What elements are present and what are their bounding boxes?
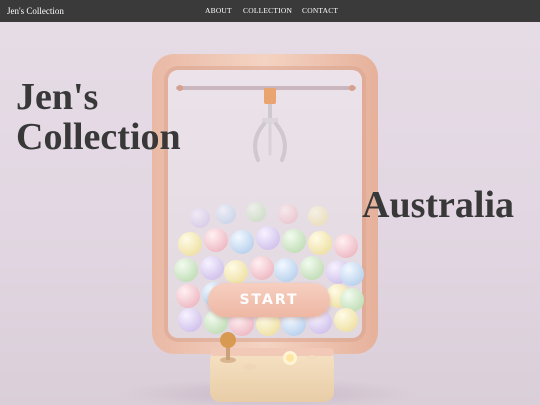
nav-link-collection[interactable]: COLLECTION: [243, 0, 292, 22]
hero-title: Jen's Collection: [16, 77, 181, 157]
nav-link-contact[interactable]: CONTACT: [302, 0, 338, 22]
nav-links: ABOUT COLLECTION CONTACT: [0, 0, 540, 22]
hero-subtitle: Australia: [362, 184, 514, 226]
nav-link-about[interactable]: ABOUT: [205, 0, 232, 22]
start-button[interactable]: START: [208, 283, 330, 317]
navbar: Jen's Collection ABOUT COLLECTION CONTAC…: [0, 0, 540, 22]
hero-title-line-1: Jen's: [16, 76, 99, 118]
hero-section: Jen's Collection Australia START: [0, 22, 540, 405]
hero-title-line-2: Collection: [16, 116, 181, 158]
